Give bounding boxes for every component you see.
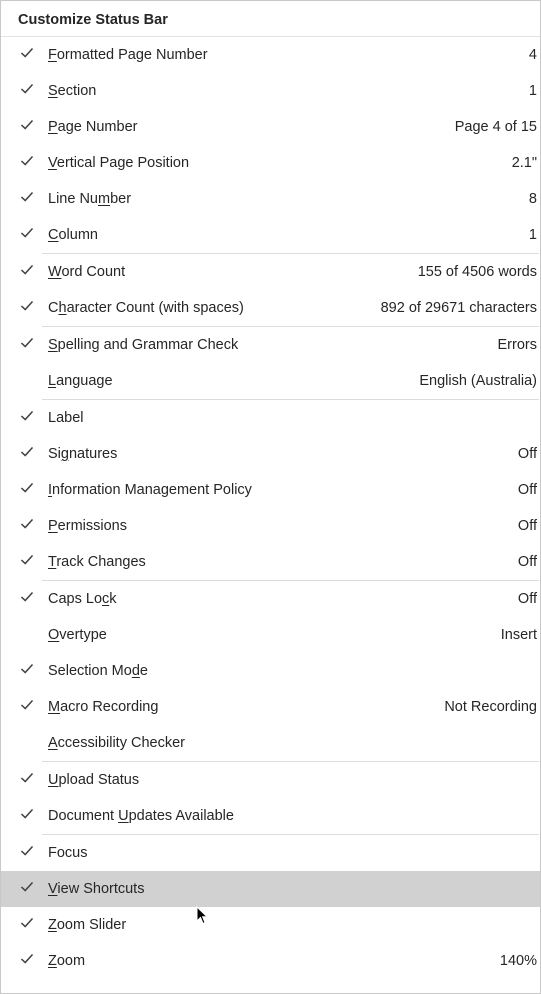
customize-status-bar-menu: Customize Status Bar Formatted Page Numb… (0, 0, 541, 994)
checkmark-icon (20, 807, 34, 821)
menu-item-document-updates-available[interactable]: Document Updates Available (1, 798, 540, 834)
checkmark-icon (20, 916, 34, 930)
menu-item-label: Macro Recording (48, 699, 159, 715)
menu-item-view-shortcuts[interactable]: View Shortcuts (1, 871, 540, 907)
menu-item-label: Upload Status (48, 772, 140, 788)
menu-item-value: 8 (528, 191, 537, 207)
menu-item-macro-recording[interactable]: Macro Recording Not Recording (1, 689, 540, 725)
menu-item-word-count[interactable]: Word Count 155 of 4506 words (1, 254, 540, 290)
menu-item-page-number[interactable]: Page Number Page 4 of 15 (1, 109, 540, 145)
checkmark-icon (20, 952, 34, 966)
menu-item-label: View Shortcuts (48, 881, 145, 897)
checkmark-icon (20, 771, 34, 785)
menu-item-label: Zoom Slider (48, 917, 127, 933)
menu-item-formatted-page-number[interactable]: Formatted Page Number 4 (1, 37, 540, 73)
menu-item-label: Character Count (with spaces) (48, 300, 244, 316)
menu-item-value: Insert (500, 627, 537, 643)
checkmark-icon (20, 299, 34, 313)
menu-item-value: Off (517, 554, 537, 570)
menu-item-label: Accessibility Checker (48, 735, 185, 751)
menu-item-value: 4 (528, 47, 537, 63)
menu-item-permissions[interactable]: Permissions Off (1, 508, 540, 544)
checkmark-icon (20, 154, 34, 168)
menu-item-label: Document Updates Available (48, 808, 234, 824)
menu-item-information-management-policy[interactable]: Information Management Policy Off (1, 472, 540, 508)
menu-item-label: Language (48, 373, 113, 389)
menu-item-selection-mode[interactable]: Selection Mode (1, 653, 540, 689)
menu-item-label: Column (48, 227, 98, 243)
menu-item-language[interactable]: Language English (Australia) (1, 363, 540, 399)
menu-item-label: Selection Mode (48, 663, 148, 679)
menu-item-label: Focus (48, 845, 88, 861)
menu-item-overtype[interactable]: Overtype Insert (1, 617, 540, 653)
menu-item-signatures[interactable]: Signatures Off (1, 436, 540, 472)
menu-item-label: Section (48, 83, 97, 99)
checkmark-icon (20, 662, 34, 676)
menu-item-value: Page 4 of 15 (454, 119, 537, 135)
menu-item-label: Permissions (48, 518, 127, 534)
menu-item-label: Word Count (48, 264, 126, 280)
menu-item-label: Track Changes (48, 554, 146, 570)
menu-item-line-number[interactable]: Line Number 8 (1, 181, 540, 217)
menu-item-label: Information Management Policy (48, 482, 252, 498)
menu-item-character-count[interactable]: Character Count (with spaces) 892 of 2967… (1, 290, 540, 326)
menu-item-label: Signatures (48, 446, 118, 462)
menu-item-value: Off (517, 518, 537, 534)
menu-item-column[interactable]: Column 1 (1, 217, 540, 253)
menu-item-label: Vertical Page Position (48, 155, 190, 171)
menu-item-label: Caps Lock (48, 591, 117, 607)
menu-body: Formatted Page Number 4 Section 1 Page Numbe… (1, 37, 540, 979)
checkmark-icon (20, 226, 34, 240)
checkmark-icon (20, 190, 34, 204)
menu-item-value: Not Recording (444, 699, 537, 715)
checkmark-icon (20, 880, 34, 894)
menu-item-value: Off (517, 446, 537, 462)
menu-item-value: 892 of 29671 characters (380, 300, 537, 316)
menu-item-focus[interactable]: Focus (1, 835, 540, 871)
menu-item-value: 1 (528, 227, 537, 243)
menu-item-section[interactable]: Section 1 (1, 73, 540, 109)
menu-item-label: Zoom (48, 953, 86, 969)
menu-item-value: English (Australia) (419, 373, 537, 389)
menu-item-label: Label (48, 410, 84, 426)
menu-item-value: Off (517, 482, 537, 498)
menu-item-vertical-page-position[interactable]: Vertical Page Position 2.1" (1, 145, 540, 181)
checkmark-icon (20, 844, 34, 858)
checkmark-icon (20, 698, 34, 712)
menu-item-label: Page Number (48, 119, 138, 135)
checkmark-icon (20, 263, 34, 277)
menu-item-label[interactable]: Label (1, 400, 540, 436)
checkmark-icon (20, 46, 34, 60)
checkmark-icon (20, 409, 34, 423)
menu-item-label: Formatted Page Number (48, 47, 208, 63)
menu-item-spelling-grammar-check[interactable]: Spelling and Grammar Check Errors (1, 327, 540, 363)
menu-item-zoom[interactable]: Zoom 140% (1, 943, 540, 979)
checkmark-icon (20, 590, 34, 604)
menu-item-label: Overtype (48, 627, 107, 643)
menu-item-label: Spelling and Grammar Check (48, 337, 239, 353)
checkmark-icon (20, 517, 34, 531)
menu-item-caps-lock[interactable]: Caps Lock Off (1, 581, 540, 617)
checkmark-icon (20, 481, 34, 495)
menu-item-track-changes[interactable]: Track Changes Off (1, 544, 540, 580)
menu-item-value: Errors (497, 337, 537, 353)
menu-item-value: 2.1" (511, 155, 537, 171)
checkmark-icon (20, 336, 34, 350)
menu-item-accessibility-checker[interactable]: Accessibility Checker (1, 725, 540, 761)
checkmark-icon (20, 445, 34, 459)
menu-item-value: 1 (528, 83, 537, 99)
checkmark-icon (20, 118, 34, 132)
menu-item-label: Line Number (48, 191, 132, 207)
menu-title: Customize Status Bar (1, 1, 540, 37)
menu-item-value: Off (517, 591, 537, 607)
menu-item-value: 140% (499, 953, 537, 969)
menu-item-zoom-slider[interactable]: Zoom Slider (1, 907, 540, 943)
menu-item-value: 155 of 4506 words (417, 264, 537, 280)
checkmark-icon (20, 82, 34, 96)
checkmark-icon (20, 553, 34, 567)
menu-item-upload-status[interactable]: Upload Status (1, 762, 540, 798)
